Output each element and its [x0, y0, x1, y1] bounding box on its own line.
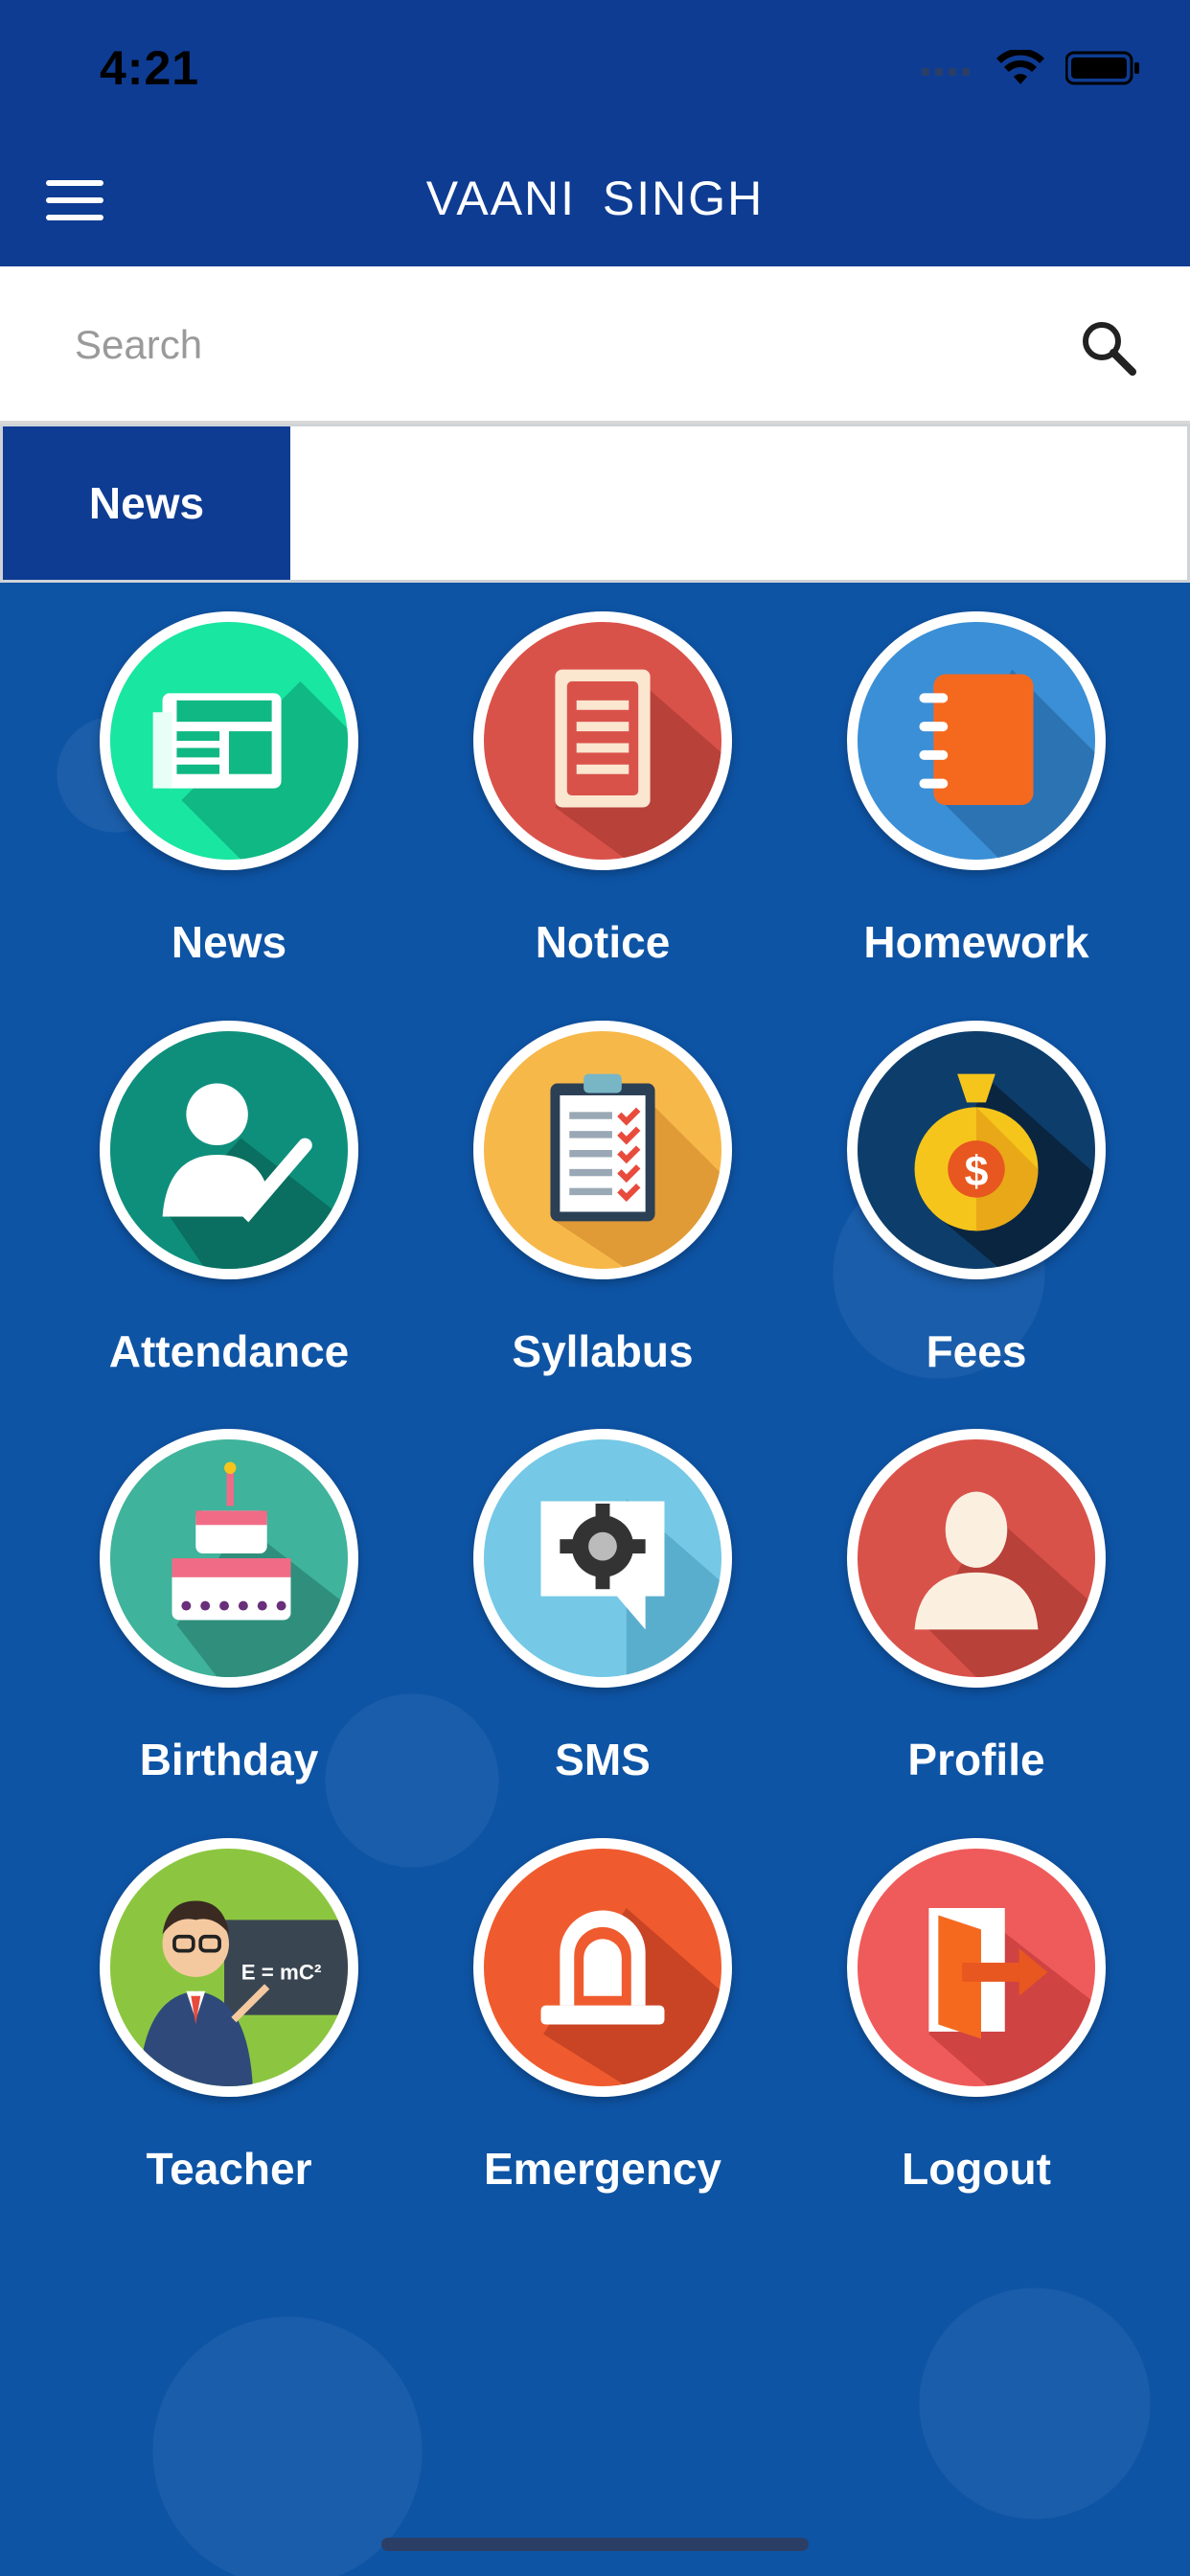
signal-icon [922, 68, 970, 76]
tile-label: Logout [902, 2144, 1051, 2194]
tile-syllabus[interactable]: Syllabus [459, 1021, 746, 1404]
siren-icon [473, 1838, 732, 2097]
status-time: 4:21 [100, 41, 200, 95]
status-icons [922, 50, 1140, 86]
app-bar: VAANI SINGH [0, 134, 1190, 266]
newspaper-icon [100, 611, 358, 870]
teacher-icon: E = mC² [100, 1838, 358, 2097]
tile-label: Syllabus [512, 1326, 694, 1376]
tile-logout[interactable]: Logout [833, 1838, 1120, 2221]
tile-profile[interactable]: Profile [833, 1429, 1120, 1812]
tile-label: Teacher [146, 2144, 312, 2194]
clipboard-checklist-icon [473, 1021, 732, 1279]
notice-document-icon [473, 611, 732, 870]
search-bar [0, 266, 1190, 424]
tile-emergency[interactable]: Emergency [459, 1838, 746, 2221]
tile-birthday[interactable]: Birthday [85, 1429, 373, 1812]
tile-label: News [171, 917, 287, 967]
attendance-person-check-icon [100, 1021, 358, 1279]
tile-label: Attendance [108, 1326, 350, 1376]
tile-fees[interactable]: $ Fees [833, 1021, 1120, 1404]
tile-attendance[interactable]: Attendance [85, 1021, 373, 1404]
tile-label: SMS [555, 1735, 651, 1784]
battery-icon [1065, 51, 1139, 85]
dashboard-grid: News Notice Homework Attendance Syllabus… [0, 583, 1190, 2576]
tile-teacher[interactable]: E = mC² Teacher [85, 1838, 373, 2221]
message-gear-icon [473, 1429, 732, 1688]
svg-text:$: $ [965, 1148, 989, 1195]
search-icon[interactable] [1077, 316, 1140, 380]
tile-sms[interactable]: SMS [459, 1429, 746, 1812]
tile-label: Homework [863, 917, 1089, 967]
tile-label: Fees [926, 1326, 1027, 1376]
tile-news[interactable]: News [85, 611, 373, 995]
tile-homework[interactable]: Homework [833, 611, 1120, 995]
birthday-cake-icon [100, 1429, 358, 1688]
tile-label: Emergency [483, 2144, 721, 2194]
notebook-icon [847, 611, 1106, 870]
wifi-icon [996, 50, 1044, 84]
logout-door-icon [847, 1838, 1106, 2097]
home-indicator [381, 2538, 809, 2551]
page-title: VAANI SINGH [425, 172, 765, 225]
status-bar: 4:21 [0, 0, 1190, 134]
tile-label: Profile [907, 1735, 1045, 1784]
tile-notice[interactable]: Notice [459, 611, 746, 995]
news-ticker-tab[interactable]: News [3, 426, 290, 580]
user-silhouette-icon [847, 1429, 1106, 1688]
tile-label: Birthday [139, 1735, 319, 1784]
news-ticker: News [0, 424, 1190, 583]
svg-text:E = mC²: E = mC² [241, 1960, 322, 1984]
tile-label: Notice [535, 917, 671, 967]
money-bag-icon: $ [847, 1021, 1106, 1279]
search-input[interactable] [75, 305, 1033, 385]
